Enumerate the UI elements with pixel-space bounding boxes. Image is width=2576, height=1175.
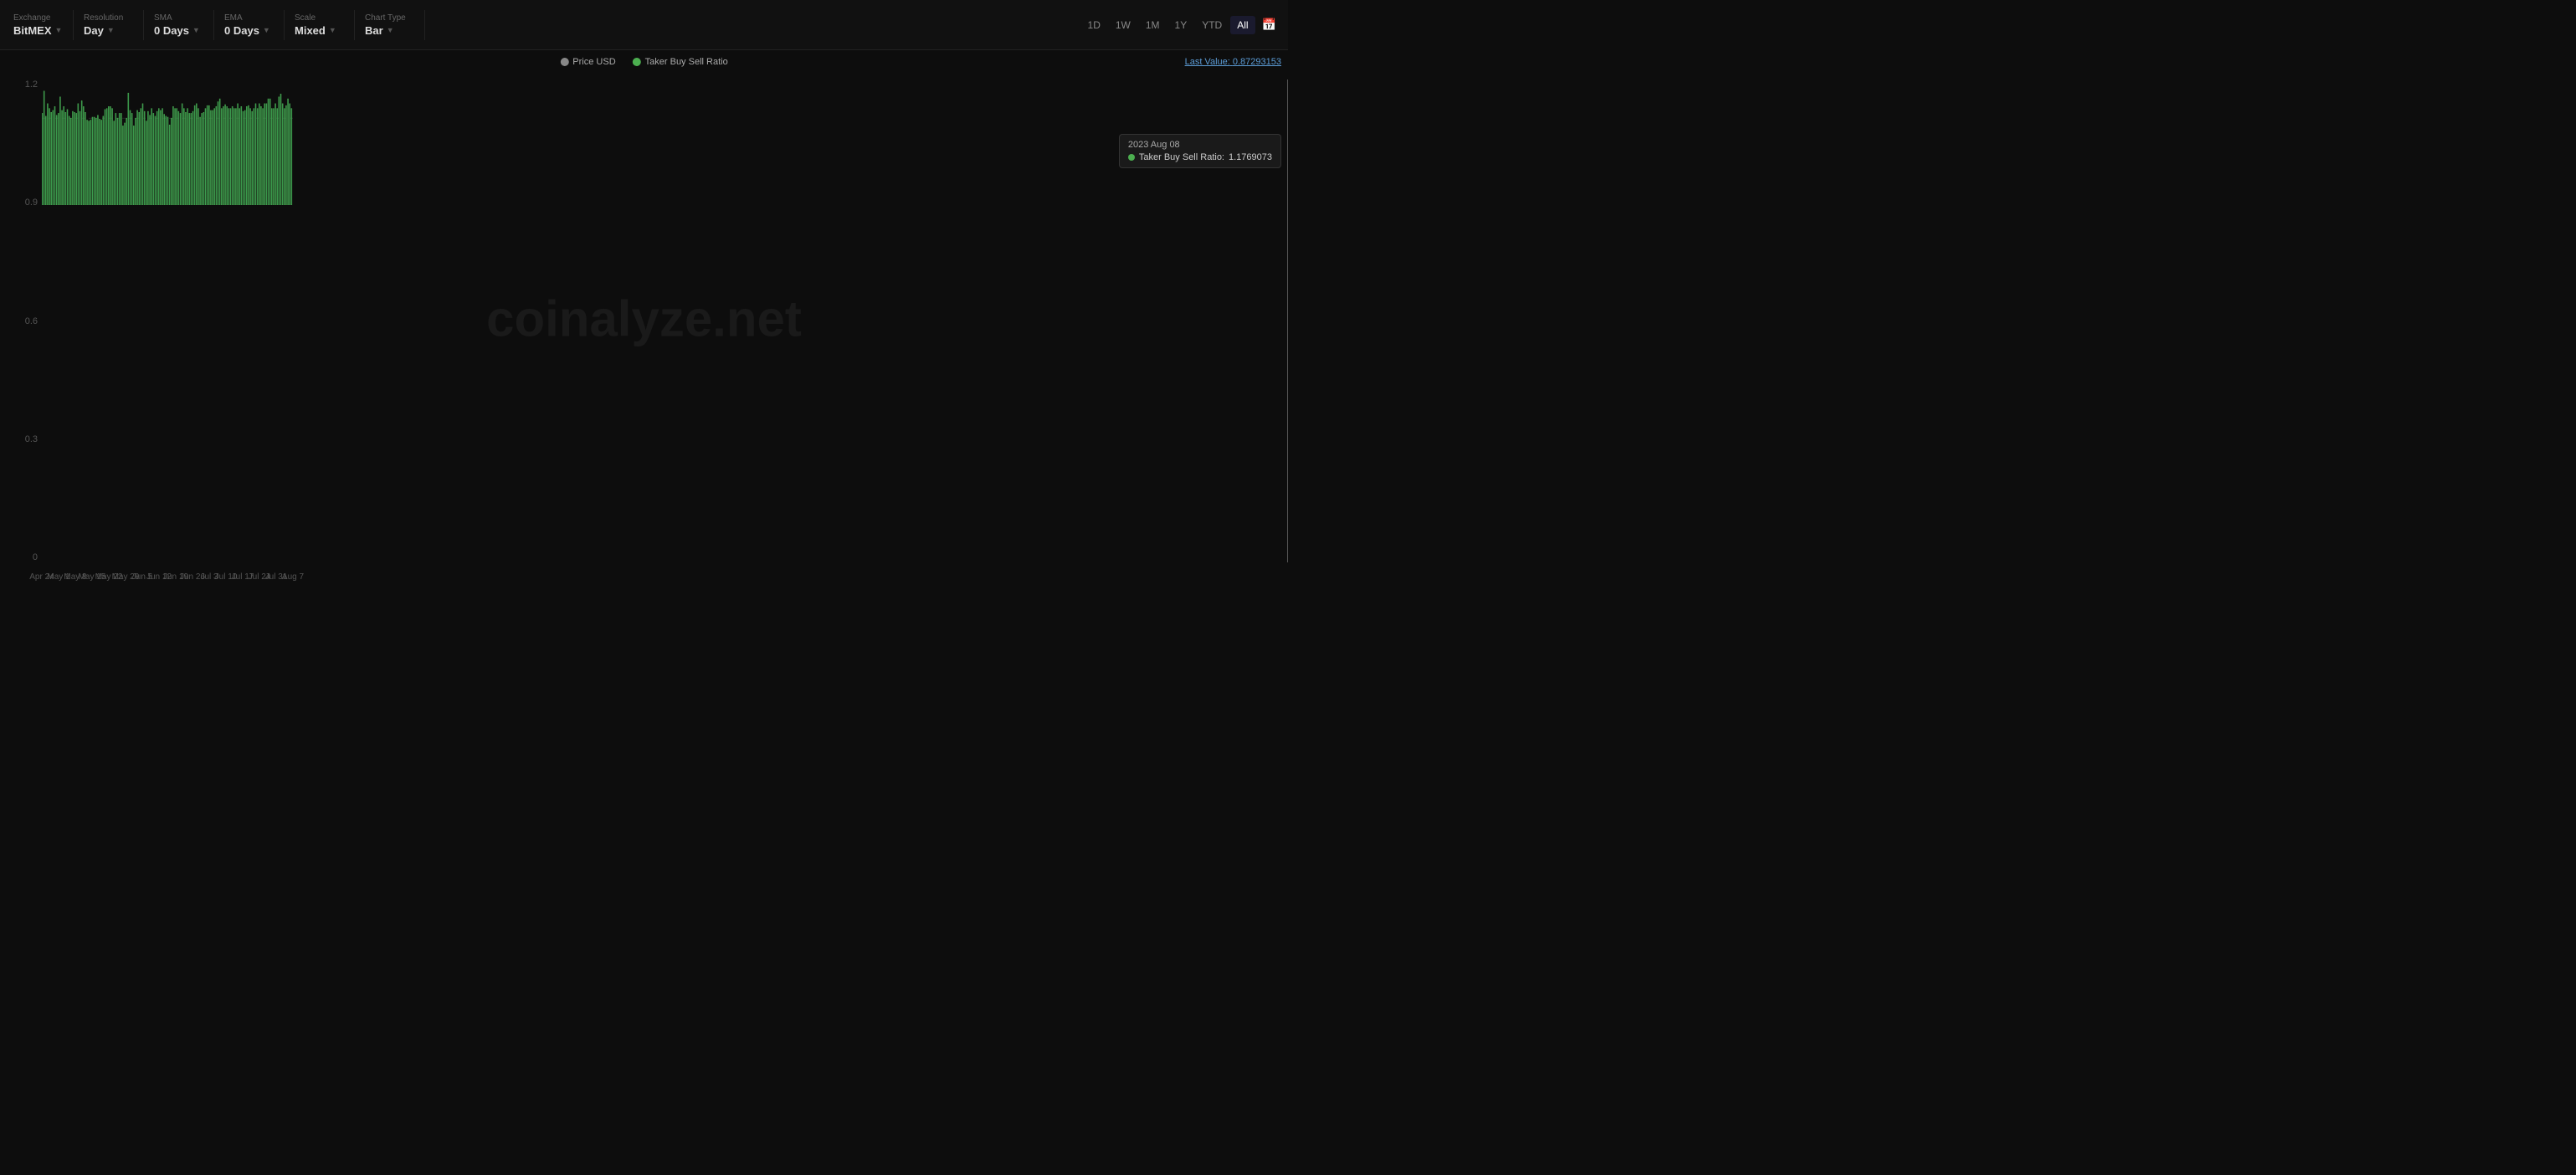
scale-group: Scale Mixed ▼ (288, 10, 355, 40)
time-btn-1y[interactable]: 1Y (1168, 16, 1194, 34)
chart-legend: Price USD Taker Buy Sell Ratio (560, 57, 727, 67)
exchange-selector[interactable]: BitMEX ▼ (13, 24, 66, 37)
chart-tooltip: 2023 Aug 08 Taker Buy Sell Ratio: 1.1769… (1119, 134, 1281, 168)
price-legend-label: Price USD (572, 57, 615, 67)
resolution-group: Resolution Day ▼ (77, 10, 144, 40)
last-value-label: Last Value: (1185, 57, 1230, 67)
last-value-number: 0.87293153 (1233, 57, 1281, 67)
exchange-group: Exchange BitMEX ▼ (7, 10, 74, 40)
exchange-value: BitMEX (13, 24, 52, 37)
chart-container: coinalyze.net Price USD Taker Buy Sell R… (0, 50, 1288, 588)
last-value-display[interactable]: Last Value: 0.87293153 (1185, 57, 1281, 67)
resolution-dropdown-icon: ▼ (107, 26, 115, 34)
tooltip-value: 1.1769073 (1229, 152, 1272, 162)
sma-selector[interactable]: 0 Days ▼ (154, 24, 207, 37)
ema-label: EMA (224, 13, 277, 23)
y-label-4: 0.3 (4, 434, 38, 444)
legend-ratio: Taker Buy Sell Ratio (633, 57, 728, 67)
chart-type-dropdown-icon: ▼ (387, 26, 394, 34)
bar-chart (42, 80, 293, 205)
sma-label: SMA (154, 13, 207, 23)
cursor-line (1287, 80, 1288, 562)
ema-selector[interactable]: 0 Days ▼ (224, 24, 277, 37)
y-label-5: 0 (4, 552, 38, 562)
chart-type-group: Chart Type Bar ▼ (358, 10, 425, 40)
sma-value: 0 Days (154, 24, 189, 37)
chart-type-label: Chart Type (365, 13, 418, 23)
tooltip-row: Taker Buy Sell Ratio: 1.1769073 (1128, 152, 1272, 162)
chart-type-value: Bar (365, 24, 383, 37)
tooltip-dot (1128, 154, 1135, 161)
ema-value: 0 Days (224, 24, 259, 37)
sma-dropdown-icon: ▼ (192, 26, 200, 34)
chart-type-selector[interactable]: Bar ▼ (365, 24, 418, 37)
y-label-1: 1.2 (4, 80, 38, 90)
scale-selector[interactable]: Mixed ▼ (295, 24, 347, 37)
resolution-value: Day (84, 24, 104, 37)
y-axis: 1.2 0.9 0.6 0.3 0 (0, 80, 42, 562)
time-btn-ytd[interactable]: YTD (1195, 16, 1229, 34)
resolution-selector[interactable]: Day ▼ (84, 24, 136, 37)
price-legend-dot (560, 58, 568, 66)
tooltip-date: 2023 Aug 08 (1128, 140, 1272, 150)
time-btn-1d[interactable]: 1D (1081, 16, 1107, 34)
scale-label: Scale (295, 13, 347, 23)
legend-price: Price USD (560, 57, 615, 67)
exchange-dropdown-icon: ▼ (55, 26, 63, 34)
sma-group: SMA 0 Days ▼ (147, 10, 214, 40)
time-buttons: 1D 1W 1M 1Y YTD All 📅 (1081, 14, 1281, 35)
time-btn-1w[interactable]: 1W (1109, 16, 1137, 34)
calendar-button[interactable]: 📅 (1257, 14, 1281, 35)
scale-value: Mixed (295, 24, 326, 37)
ema-group: EMA 0 Days ▼ (218, 10, 285, 40)
watermark: coinalyze.net (486, 290, 802, 348)
x-axis: Apr 24May 1May 8May 15May 22May 29Jun 5J… (42, 567, 1288, 586)
time-btn-all[interactable]: All (1230, 16, 1255, 34)
ratio-legend-label: Taker Buy Sell Ratio (645, 57, 728, 67)
scale-dropdown-icon: ▼ (329, 26, 336, 34)
toolbar: Exchange BitMEX ▼ Resolution Day ▼ SMA 0… (0, 0, 1288, 50)
y-label-2: 0.9 (4, 198, 38, 208)
ema-dropdown-icon: ▼ (263, 26, 270, 34)
time-btn-1m[interactable]: 1M (1139, 16, 1167, 34)
resolution-label: Resolution (84, 13, 136, 23)
exchange-label: Exchange (13, 13, 66, 23)
ratio-legend-dot (633, 58, 641, 66)
x-label-15: Aug 7 (282, 572, 304, 582)
y-label-3: 0.6 (4, 316, 38, 326)
tooltip-label: Taker Buy Sell Ratio: (1139, 152, 1224, 162)
